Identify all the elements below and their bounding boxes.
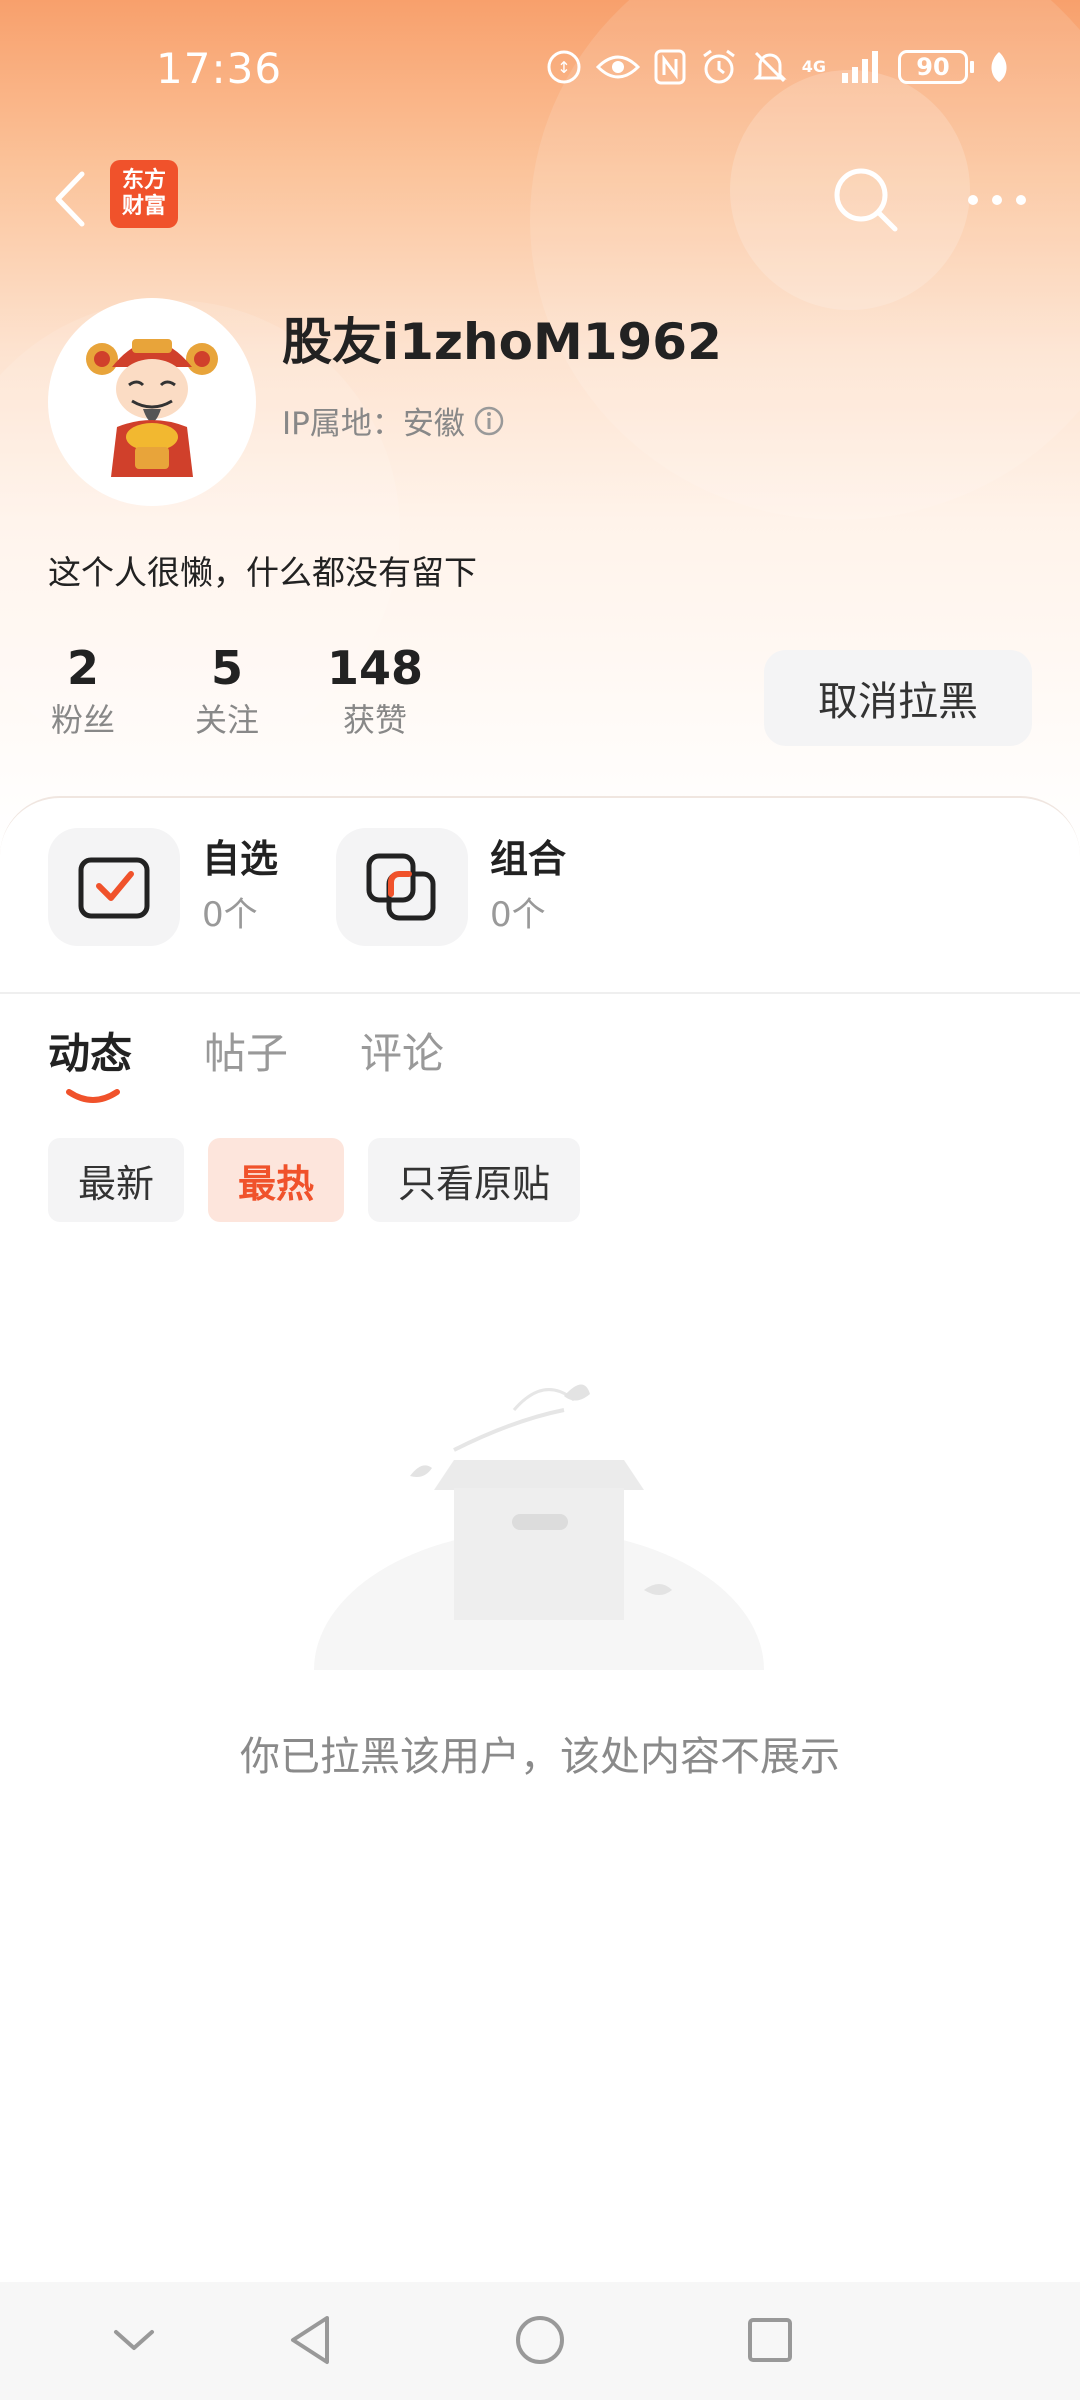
svg-text:↕: ↕ — [557, 58, 570, 77]
triangle-back-icon — [291, 2316, 329, 2364]
search-icon — [834, 168, 898, 232]
circle-home-icon — [516, 2316, 564, 2364]
stat-label: 关注 — [194, 701, 259, 739]
sort-filters: 最新 最热 只看原贴 — [48, 1138, 581, 1222]
battery-indicator: 90 — [898, 50, 974, 84]
portfolio-title: 组合 — [490, 837, 567, 881]
system-back-button[interactable] — [270, 2300, 350, 2380]
unblock-button[interactable]: 取消拉黑 — [764, 650, 1032, 746]
leaf-icon — [991, 52, 1007, 82]
stat-value: 5 — [210, 641, 243, 695]
stat-likes[interactable]: 148 获赞 — [326, 640, 424, 744]
ip-location-text: IP属地：安徽 — [282, 406, 465, 442]
stat-label: 获赞 — [342, 701, 407, 739]
tab-activity[interactable]: 动态 — [48, 1020, 132, 1081]
more-dots-icon — [968, 195, 1026, 205]
stat-label: 粉丝 — [50, 701, 115, 739]
ip-location-row: IP属地：安徽 — [282, 398, 505, 443]
network-type-label: 4G — [801, 57, 826, 76]
user-stats: 2 粉丝 5 关注 148 获赞 — [48, 640, 424, 744]
username: 股友i1zhoM1962 — [282, 313, 722, 371]
portfolio-count: 0个 — [490, 895, 546, 935]
system-home-button[interactable] — [500, 2300, 580, 2380]
top-nav-bar: 东方 财富 — [0, 150, 1080, 250]
filter-hottest[interactable]: 最热 — [208, 1138, 345, 1222]
portfolio-info: 组合 0个 — [490, 831, 566, 943]
status-time: 17:36 — [156, 44, 283, 93]
chevron-down-icon — [114, 2330, 154, 2350]
avatar-fortune-god-icon — [86, 339, 218, 477]
data-saver-icon: ↕ — [547, 50, 581, 84]
user-avatar[interactable] — [48, 298, 256, 506]
blocked-empty-message: 你已拉黑该用户，该处内容不展示 — [240, 1734, 840, 1780]
watchlist-info: 自选 0个 — [202, 831, 278, 943]
eye-icon — [595, 55, 640, 79]
mute-icon — [753, 51, 787, 83]
filter-original-only[interactable]: 只看原贴 — [368, 1138, 581, 1222]
tab-comments[interactable]: 评论 — [360, 1020, 444, 1081]
battery-level: 90 — [898, 50, 968, 84]
signal-icon — [842, 51, 878, 83]
filter-latest[interactable]: 最新 — [48, 1138, 185, 1222]
back-button[interactable] — [40, 166, 100, 232]
empty-box-illustration — [314, 1384, 764, 1670]
watchlist-icon-box — [48, 828, 180, 946]
stat-value: 148 — [326, 641, 424, 695]
nfc-icon — [654, 49, 686, 85]
more-options-button[interactable] — [962, 170, 1032, 230]
collapse-button[interactable] — [94, 2300, 174, 2380]
app-logo[interactable]: 东方 财富 — [110, 160, 178, 228]
back-arrow-icon — [55, 171, 85, 227]
stat-following[interactable]: 5 关注 — [192, 640, 262, 744]
alarm-icon — [702, 49, 735, 84]
square-recents-icon — [748, 2318, 792, 2362]
search-button[interactable] — [826, 160, 906, 240]
system-navigation-bar — [0, 2282, 1080, 2400]
watchlist-check-icon — [78, 857, 150, 919]
tab-posts[interactable]: 帖子 — [204, 1020, 288, 1081]
active-tab-indicator — [66, 1089, 120, 1103]
section-divider — [0, 992, 1080, 994]
status-bar: 17:36 ↕ 4G 90 — [0, 0, 1080, 140]
status-icons: ↕ 4G 90 — [546, 48, 1010, 86]
content-tabs: 动态 帖子 评论 — [48, 1020, 444, 1081]
portfolio-squares-icon — [366, 853, 436, 921]
user-bio: 这个人很懒，什么都没有留下 — [48, 553, 477, 592]
logo-text-line2: 财富 — [121, 194, 166, 219]
portfolio-entry[interactable]: 组合 0个 — [336, 828, 566, 946]
watchlist-title: 自选 — [202, 837, 279, 881]
system-recents-button[interactable] — [730, 2300, 810, 2380]
watchlist-count: 0个 — [202, 895, 258, 935]
portfolio-icon-box — [336, 828, 468, 946]
battery-tip — [970, 61, 974, 73]
info-icon[interactable] — [473, 405, 505, 437]
stat-value: 2 — [66, 641, 99, 695]
stat-followers[interactable]: 2 粉丝 — [48, 640, 118, 744]
watchlist-entry[interactable]: 自选 0个 — [48, 828, 278, 946]
logo-text-line1: 东方 — [121, 168, 166, 193]
